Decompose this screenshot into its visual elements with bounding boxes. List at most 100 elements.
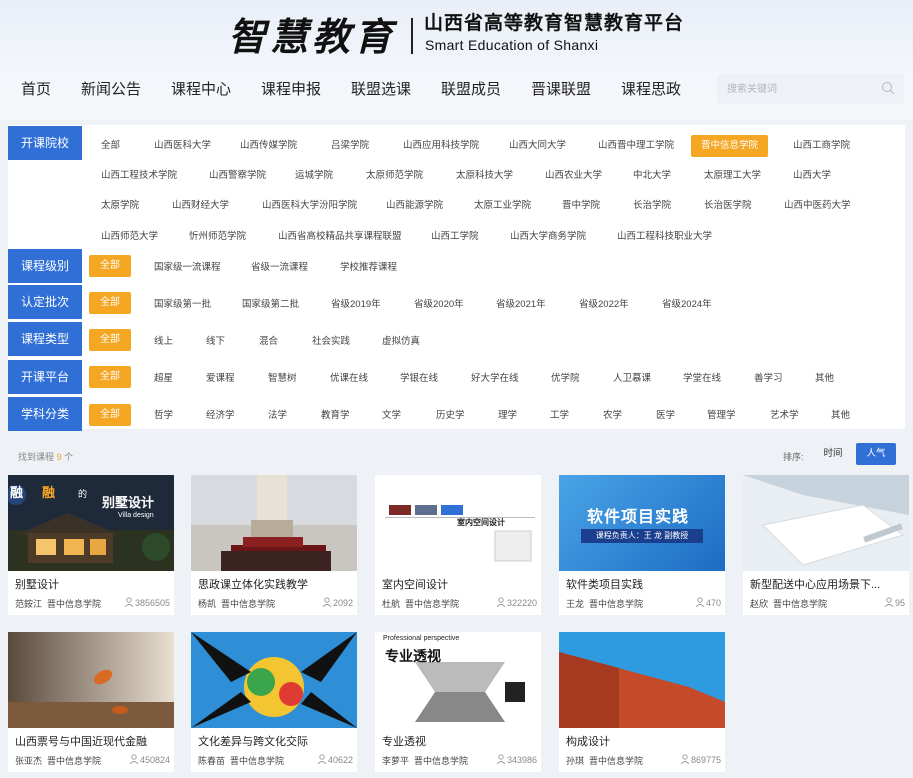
filter-subject-option[interactable]: 哲学 [154,409,173,423]
filter-platform-option[interactable]: 好大学在线 [471,372,519,386]
filter-subject-option[interactable]: 管理学 [707,409,736,423]
filter-batch-option[interactable]: 省级2021年 [496,298,546,312]
filter-school-option[interactable]: 山西医科大学汾阳学院 [262,199,357,213]
filter-subject-option[interactable]: 文学 [382,409,401,423]
filter-platform-option[interactable]: 善学习 [754,372,783,386]
nav-item-ideology[interactable]: 课程思政 [621,78,681,99]
course-card[interactable]: 软件项目实践 课程负责人：王 龙 副教授 软件类项目实践 王龙 晋中信息学院 4… [559,475,725,615]
filter-batch-option[interactable]: 国家级第二批 [242,298,299,312]
filter-school-option[interactable]: 山西师范大学 [101,230,158,244]
filter-subject-option[interactable]: 医学 [656,409,675,423]
filter-school-option[interactable]: 山西晋中理工学院 [598,139,674,153]
filter-type-option[interactable]: 线上 [154,335,173,349]
filter-batch-option[interactable]: 省级2019年 [331,298,381,312]
filter-school-option[interactable]: 太原学院 [101,199,139,213]
filter-batch-option[interactable]: 省级2024年 [662,298,712,312]
filter-batch-option[interactable]: 国家级第一批 [154,298,211,312]
sort-popularity-button[interactable]: 人气 [856,443,896,465]
filter-school-option[interactable]: 山西医科大学 [154,139,211,153]
filter-school-option[interactable]: 山西大学 [793,169,831,183]
filter-school-option[interactable]: 长治学院 [633,199,671,213]
filter-subject-option[interactable]: 艺术学 [770,409,799,423]
filter-subject-option[interactable]: 经济学 [206,409,235,423]
filter-level-all[interactable]: 全部 [89,255,131,277]
nav-item-courses[interactable]: 课程中心 [171,78,231,99]
filter-school-option[interactable]: 山西工商学院 [793,139,850,153]
filter-platform-option[interactable]: 学堂在线 [683,372,721,386]
course-card[interactable]: 山西票号与中国近现代金融 张亚杰 晋中信息学院 450824 [8,632,174,772]
filter-type-all[interactable]: 全部 [89,329,131,351]
course-card[interactable]: 思政课立体化实践教学 杨凯 晋中信息学院 2092 [191,475,357,615]
logo-calligraphy[interactable]: 智慧教育 [228,6,396,61]
filter-school-option[interactable]: 山西农业大学 [545,169,602,183]
filter-school-option[interactable]: 晋中信息学院 [691,135,769,157]
nav-item-news[interactable]: 新闻公告 [81,78,141,99]
filter-school-option[interactable]: 山西中医药大学 [784,199,851,213]
sort-time-button[interactable]: 时间 [814,443,852,465]
filter-platform-option[interactable]: 爱课程 [206,372,235,386]
course-card[interactable]: 构成设计 孙琪 晋中信息学院 869775 [559,632,725,772]
filter-school-option[interactable]: 太原师范学院 [366,169,423,183]
filter-school-option[interactable]: 山西大同大学 [509,139,566,153]
filter-school-option[interactable]: 山西能源学院 [386,199,443,213]
filter-subject-option[interactable]: 理学 [498,409,517,423]
filter-batch-option[interactable]: 省级2020年 [414,298,464,312]
filter-school-option[interactable]: 长治医学院 [704,199,752,213]
filter-school-option[interactable]: 忻州师范学院 [189,230,246,244]
filter-type-option[interactable]: 虚拟仿真 [382,335,420,349]
filter-label-level: 课程级别 [8,249,82,283]
filter-platform-all[interactable]: 全部 [89,366,131,388]
course-card[interactable]: 新型配送中心应用场景下... 赵欣 晋中信息学院 95 [743,475,909,615]
filter-school-option[interactable]: 中北大学 [633,169,671,183]
filter-school-option[interactable]: 太原理工大学 [704,169,761,183]
filter-platform-option[interactable]: 人卫慕课 [613,372,651,386]
filter-school-option[interactable]: 吕梁学院 [331,139,369,153]
filter-school-option[interactable]: 运城学院 [295,169,333,183]
search-input[interactable] [727,81,877,97]
filter-school-option[interactable]: 山西传媒学院 [240,139,297,153]
search-icon[interactable] [881,81,895,95]
nav-item-jinke[interactable]: 晋课联盟 [531,78,591,99]
filter-subject-option[interactable]: 其他 [831,409,850,423]
filter-school-option[interactable]: 山西省高校精品共享课程联盟 [278,230,402,244]
nav-item-members[interactable]: 联盟成员 [441,78,501,99]
filter-batch-all[interactable]: 全部 [89,292,131,314]
filter-type-option[interactable]: 线下 [206,335,225,349]
filter-subject-option[interactable]: 农学 [603,409,622,423]
filter-subject-option[interactable]: 法学 [268,409,287,423]
filter-platform-option[interactable]: 智慧树 [268,372,297,386]
filter-subject-option[interactable]: 教育学 [321,409,350,423]
filter-platform-option[interactable]: 其他 [815,372,834,386]
filter-school-option[interactable]: 山西工学院 [431,230,479,244]
filter-level-option[interactable]: 国家级一流课程 [154,261,221,275]
filter-platform-option[interactable]: 优学院 [551,372,580,386]
filter-school-option[interactable]: 山西工程科技职业大学 [617,230,712,244]
filter-level-option[interactable]: 省级一流课程 [251,261,308,275]
filter-school-option[interactable]: 晋中学院 [562,199,600,213]
filter-platform-option[interactable]: 超星 [154,372,173,386]
nav-item-alliance-select[interactable]: 联盟选课 [351,78,411,99]
filter-batch-option[interactable]: 省级2022年 [579,298,629,312]
nav-item-home[interactable]: 首页 [21,78,51,99]
filter-platform-option[interactable]: 学银在线 [400,372,438,386]
filter-subject-option[interactable]: 工学 [550,409,569,423]
filter-type-option[interactable]: 混合 [259,335,278,349]
filter-school-option[interactable]: 山西财经大学 [172,199,229,213]
filter-school-option[interactable]: 太原工业学院 [474,199,531,213]
course-card[interactable]: Professional perspective 专业透视 专业透视 李萝平 晋… [375,632,541,772]
filter-school-option[interactable]: 山西大学商务学院 [510,230,586,244]
filter-school-option[interactable]: 全部 [101,139,120,153]
filter-type-option[interactable]: 社会实践 [312,335,350,349]
filter-level-option[interactable]: 学校推荐课程 [340,261,397,275]
course-card[interactable]: 室内空间设计 室内空间设计 杜航 晋中信息学院 322220 [375,475,541,615]
course-card[interactable]: 融 融 的 别墅设计 Villa design 别墅设计 范銨江 晋中信息学院 … [8,475,174,615]
nav-item-apply[interactable]: 课程申报 [261,78,321,99]
filter-platform-option[interactable]: 优课在线 [330,372,368,386]
filter-school-option[interactable]: 山西警察学院 [209,169,266,183]
course-card[interactable]: 文化差异与跨文化交际 陈春苗 晋中信息学院 40622 [191,632,357,772]
filter-school-option[interactable]: 山西工程技术学院 [101,169,177,183]
filter-subject-option[interactable]: 历史学 [436,409,465,423]
filter-school-option[interactable]: 山西应用科技学院 [403,139,479,153]
filter-school-option[interactable]: 太原科技大学 [456,169,513,183]
filter-subject-all[interactable]: 全部 [89,404,131,426]
